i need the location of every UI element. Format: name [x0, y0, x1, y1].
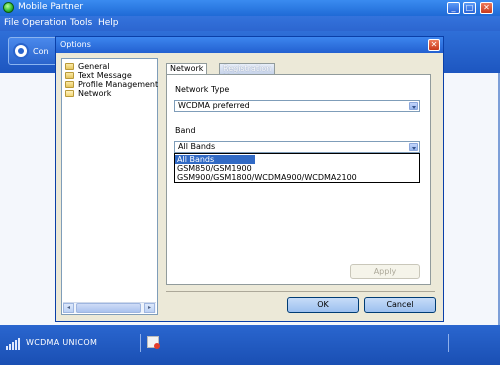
- app-logo-icon: [3, 2, 14, 13]
- apply-button[interactable]: Apply: [350, 264, 420, 279]
- signal-strength-icon: [6, 338, 22, 350]
- network-status: WCDMA UNICOM: [26, 338, 98, 347]
- connect-button-label: Con: [33, 47, 49, 56]
- ok-button[interactable]: OK: [287, 297, 359, 313]
- tree-item-label: General: [78, 62, 110, 71]
- band-select[interactable]: All Bands: [174, 141, 420, 153]
- band-option-gsm900-wcdma[interactable]: GSM900/GSM1800/WCDMA900/WCDMA2100: [175, 173, 419, 182]
- band-value: All Bands: [178, 142, 216, 151]
- scroll-left-arrow-icon[interactable]: ◂: [63, 303, 74, 313]
- options-tree: General Text Message Profile Management …: [61, 58, 158, 315]
- folder-icon: [65, 72, 74, 79]
- connect-icon: [13, 43, 29, 59]
- network-type-select[interactable]: WCDMA preferred: [174, 100, 420, 112]
- scroll-right-arrow-icon[interactable]: ▸: [144, 303, 155, 313]
- dialog-titlebar: Options ✕: [56, 37, 443, 53]
- open-folder-icon: [65, 90, 74, 97]
- dropdown-arrow-icon[interactable]: [409, 143, 418, 151]
- folder-icon: [65, 63, 74, 70]
- network-type-label: Network Type: [175, 85, 230, 94]
- tree-item-label: Network: [78, 89, 112, 98]
- app-close-button[interactable]: ✕: [480, 2, 493, 14]
- folder-icon: [65, 81, 74, 88]
- minimize-button[interactable]: _: [447, 2, 460, 14]
- tree-item-label: Text Message: [78, 71, 132, 80]
- tree-item-network[interactable]: Network: [65, 89, 111, 99]
- menu-bar: File Operation Tools Help: [0, 16, 500, 31]
- message-icon[interactable]: [147, 336, 160, 349]
- menu-tools[interactable]: Tools: [70, 18, 92, 28]
- menu-help[interactable]: Help: [98, 18, 119, 28]
- bottom-strip: [0, 365, 500, 375]
- maximize-button[interactable]: □: [463, 2, 476, 14]
- cancel-button[interactable]: Cancel: [364, 297, 436, 313]
- band-option-all-bands[interactable]: All Bands: [175, 155, 255, 164]
- close-icon[interactable]: ✕: [428, 39, 440, 51]
- dropdown-arrow-icon[interactable]: [409, 102, 418, 110]
- network-type-panel: Network Type WCDMA preferred Band All Ba…: [166, 74, 431, 285]
- dialog-divider: [166, 291, 435, 292]
- network-type-value: WCDMA preferred: [178, 101, 250, 110]
- status-divider: [140, 334, 141, 352]
- band-dropdown-list: All Bands GSM850/GSM1900 GSM900/GSM1800/…: [174, 153, 420, 183]
- tree-item-label: Profile Management: [78, 80, 159, 89]
- status-bar: WCDMA UNICOM: [0, 325, 500, 365]
- status-divider-right: [448, 334, 449, 352]
- band-option-gsm850-gsm1900[interactable]: GSM850/GSM1900: [175, 164, 419, 173]
- dialog-title: Options: [60, 40, 91, 49]
- tree-horizontal-scrollbar[interactable]: ◂ ▸: [63, 302, 156, 313]
- app-title: Mobile Partner: [18, 2, 84, 12]
- scrollbar-thumb[interactable]: [76, 303, 141, 313]
- app-titlebar: Mobile Partner _ □ ✕: [0, 0, 500, 16]
- options-dialog: Options ✕ General Text Message Profile M…: [55, 36, 444, 322]
- tab-registration-mode[interactable]: Registration Mode: [219, 63, 276, 82]
- menu-file[interactable]: File: [4, 18, 19, 28]
- tab-network-type[interactable]: Network Type: [166, 63, 208, 82]
- band-label: Band: [175, 126, 196, 135]
- menu-operation[interactable]: Operation: [22, 18, 67, 28]
